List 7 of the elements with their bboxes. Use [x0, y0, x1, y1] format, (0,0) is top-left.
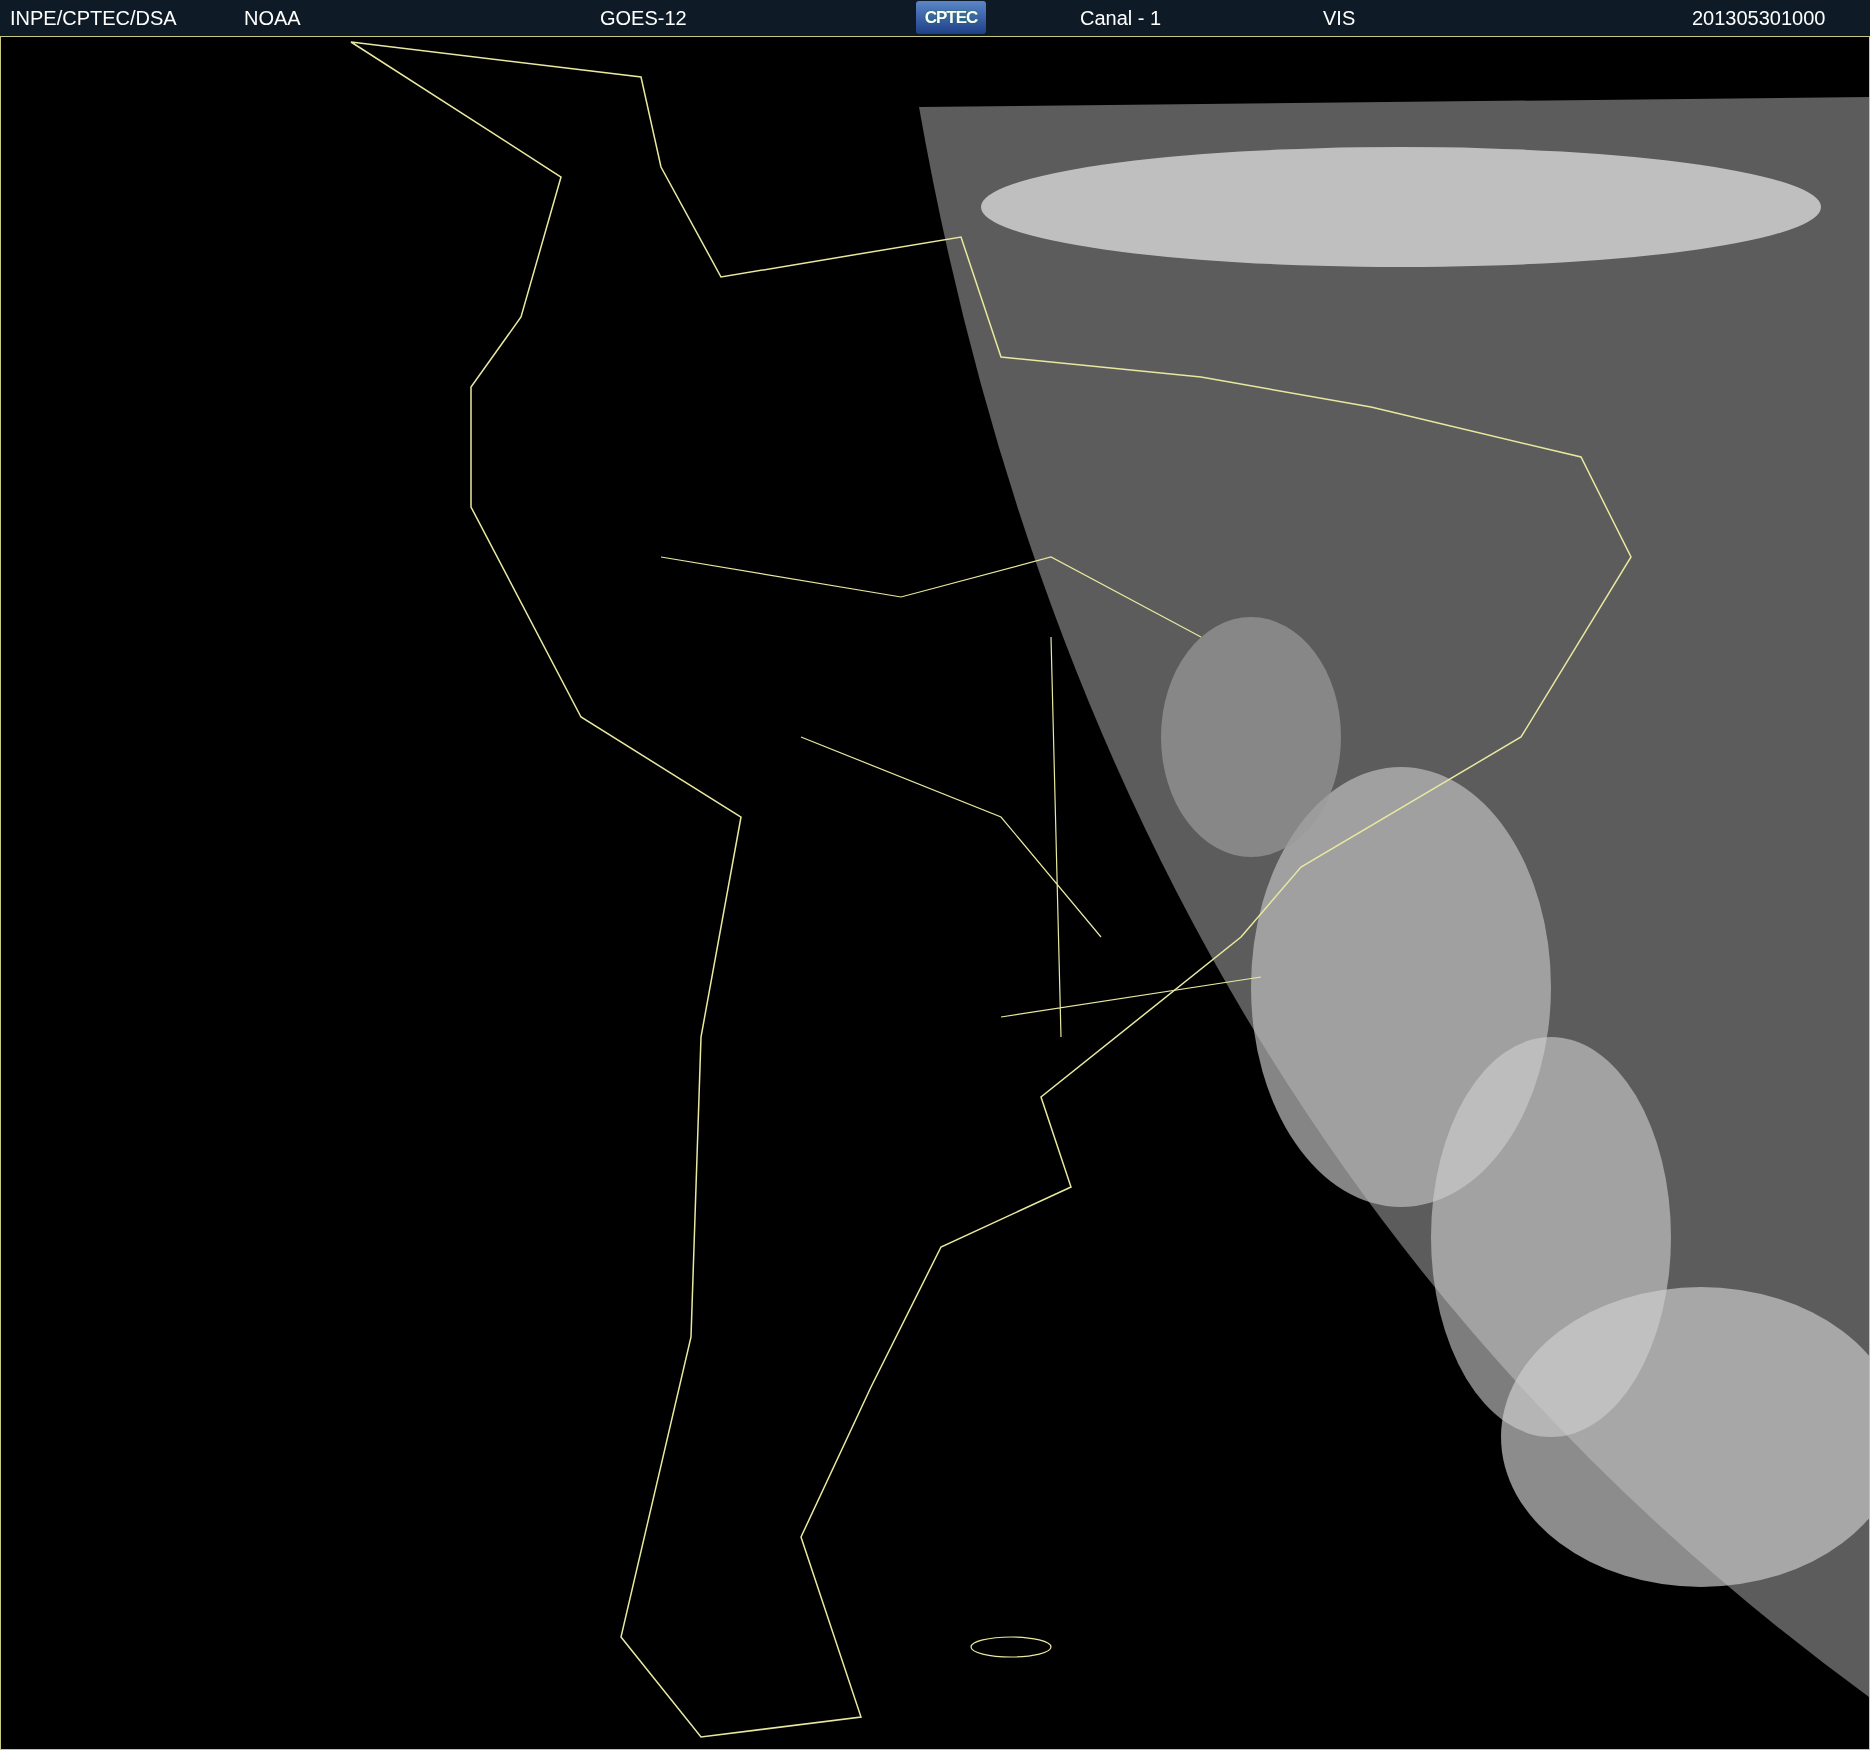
header-label: GOES-12	[600, 6, 687, 30]
header-label: INPE/CPTEC/DSA	[10, 6, 177, 30]
header-label: NOAA	[244, 6, 301, 30]
logo: CPTEC	[916, 1, 986, 34]
header-label: VIS	[1323, 6, 1356, 30]
header-label: Canal - 1	[1080, 6, 1162, 30]
header-label: 201305301000	[1692, 6, 1826, 30]
